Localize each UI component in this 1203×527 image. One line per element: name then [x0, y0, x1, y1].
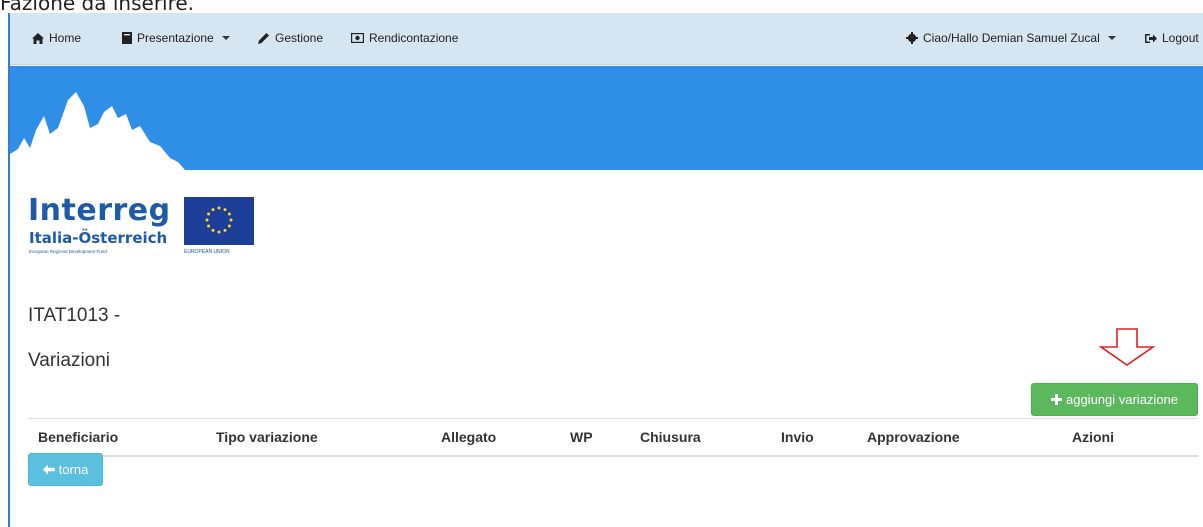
- gear-icon: [906, 32, 918, 44]
- nav-user-label: Ciao/Hallo Demian Samuel Zucal: [923, 31, 1100, 45]
- column-header-tipo-variazione: Tipo variazione: [206, 418, 431, 457]
- app-window: Home Presentazione Gestione Rendicontazi…: [8, 13, 1203, 527]
- nav-home-label: Home: [49, 31, 82, 45]
- nav-gestione-label: Gestione: [275, 31, 324, 45]
- column-header-azioni: Azioni: [1062, 418, 1198, 457]
- chevron-down-icon: [1107, 36, 1116, 40]
- eu-label: EUROPEAN UNION: [184, 249, 230, 255]
- arrow-down-icon: [1098, 328, 1156, 366]
- nav-home[interactable]: Home: [32, 31, 81, 45]
- logo-region: Italia-Österreich: [29, 229, 168, 247]
- arrow-left-icon: [42, 464, 55, 475]
- back-label: torna: [58, 462, 89, 477]
- header-banner: [10, 66, 1203, 170]
- plus-icon: [1050, 394, 1062, 405]
- column-header-approvazione: Approvazione: [857, 418, 1062, 457]
- logo-name: Interreg: [28, 193, 171, 228]
- money-icon: [351, 33, 364, 43]
- pencil-icon: [258, 33, 269, 44]
- nav-presentazione-label: Presentazione: [137, 31, 214, 45]
- back-button[interactable]: torna: [28, 453, 103, 486]
- top-navbar: Home Presentazione Gestione Rendicontazi…: [10, 13, 1203, 65]
- nav-logout[interactable]: Logout: [1145, 31, 1199, 45]
- mountains-icon: [10, 92, 185, 170]
- nav-rendicontazione[interactable]: Rendicontazione: [351, 31, 458, 45]
- page-title: Variazioni: [28, 350, 111, 371]
- eu-flag-icon: [184, 197, 254, 245]
- column-header-allegato: Allegato: [431, 418, 560, 457]
- add-variation-button[interactable]: aggiungi variazione: [1031, 383, 1198, 416]
- variations-table: Beneficiario Tipo variazione Allegato WP…: [28, 418, 1198, 457]
- nav-presentazione-dropdown[interactable]: Presentazione: [122, 31, 230, 45]
- nav-rendicontazione-label: Rendicontazione: [369, 31, 459, 45]
- chevron-down-icon: [221, 36, 230, 40]
- book-icon: [122, 32, 132, 44]
- column-header-beneficiario: Beneficiario: [28, 418, 206, 457]
- nav-logout-label: Logout: [1162, 31, 1199, 45]
- nav-user-dropdown[interactable]: Ciao/Hallo Demian Samuel Zucal: [906, 31, 1116, 45]
- column-header-wp: WP: [560, 418, 630, 457]
- add-variation-label: aggiungi variazione: [1065, 392, 1179, 407]
- column-header-invio: Invio: [771, 418, 857, 457]
- nav-gestione[interactable]: Gestione: [258, 31, 323, 45]
- column-header-chiusura: Chiusura: [630, 418, 771, 457]
- logo-fund: European Regional Development Fund: [29, 249, 107, 254]
- table-header-row: Beneficiario Tipo variazione Allegato WP…: [28, 418, 1198, 457]
- home-icon: [32, 32, 44, 44]
- project-code: ITAT1013 -: [28, 305, 121, 326]
- logout-icon: [1145, 33, 1157, 43]
